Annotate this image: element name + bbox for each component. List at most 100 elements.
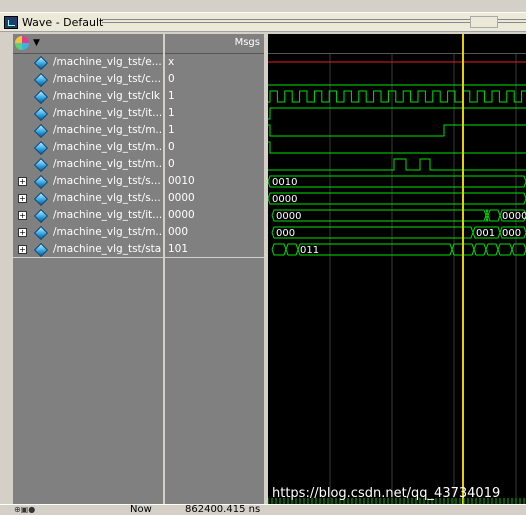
expand-icon[interactable]: + (18, 245, 27, 254)
value-pane[interactable]: Msgs x 0 1 1 1 0 0 0010 0000 0000 000 101 (165, 34, 264, 504)
wave-high (268, 107, 526, 120)
signal-value: 0 (168, 158, 175, 170)
signal-name: /machine_vlg_tst/m... (53, 226, 166, 238)
signal-row[interactable]: /machine_vlg_tst/e... (13, 54, 163, 71)
bus-wave (271, 243, 287, 256)
wave-header (268, 34, 526, 53)
bus-wave (285, 243, 299, 256)
status-bar: ⊕▣● Now 862400.415 ns (0, 504, 526, 515)
signal-diamond-icon (33, 242, 49, 258)
signal-row[interactable]: + /machine_vlg_tst/s... (13, 190, 163, 207)
signal-diamond-icon (33, 140, 49, 156)
bus-label: 0010 (272, 177, 297, 188)
signal-value: 1 (168, 90, 175, 102)
value-row[interactable]: 1 (165, 105, 264, 122)
wave-window-icon (4, 16, 18, 29)
signal-value: 0010 (168, 175, 195, 187)
signal-diamond-icon (33, 225, 49, 241)
drag-grip[interactable] (102, 19, 526, 25)
signal-name: /machine_vlg_tst/it... (53, 107, 163, 119)
now-label: Now (130, 504, 152, 515)
waveform-canvas: 001000000000 0000000 001 000011 (267, 34, 526, 504)
signal-row[interactable]: /machine_vlg_tst/c... (13, 71, 163, 88)
value-row[interactable]: 1 (165, 88, 264, 105)
signal-diamond-icon (33, 123, 49, 139)
expand-icon[interactable]: + (18, 211, 27, 220)
dock-handle-icon[interactable] (470, 16, 498, 28)
left-gutter (0, 34, 13, 504)
signal-row[interactable]: /machine_vlg_tst/m... (13, 122, 166, 139)
bus-label: 0000 (276, 211, 301, 222)
signal-name: /machine_vlg_tst/s... (53, 175, 161, 187)
bus-wave (271, 226, 474, 239)
value-row[interactable]: x (165, 54, 264, 71)
bus-wave (267, 192, 526, 205)
watermark: https://blog.csdn.net/qq_43734019 (272, 486, 501, 501)
title-bar[interactable]: Wave - Default (0, 12, 526, 32)
cursor-tool-icons[interactable]: ⊕▣● (14, 505, 35, 514)
signal-row[interactable]: /machine_vlg_tst/it... (13, 105, 163, 122)
now-value: 862400.415 ns (185, 504, 261, 515)
signal-diamond-icon (33, 89, 49, 105)
signal-name-pane[interactable]: ▼ /machine_vlg_tst/e... /machine_vlg_tst/… (13, 34, 166, 504)
value-row[interactable]: 0 (165, 156, 264, 173)
signal-name: /machine_vlg_tst/m... (53, 158, 166, 170)
value-row[interactable]: 0 (165, 71, 264, 88)
signal-row[interactable]: + /machine_vlg_tst/m... (13, 224, 166, 241)
wave-clock (268, 90, 526, 103)
value-row[interactable]: 0 (165, 139, 264, 156)
selection-underline (165, 257, 264, 258)
signal-diamond-icon (33, 55, 49, 71)
value-row[interactable]: 0010 (165, 173, 264, 190)
bus-wave (487, 209, 501, 222)
signal-diamond-icon (33, 72, 49, 88)
bus-wave (511, 243, 526, 256)
bus-wave (473, 243, 487, 256)
wave-low-2 (268, 141, 526, 154)
bus-label: 000 (502, 228, 521, 239)
signal-name: /machine_vlg_tst/clk (53, 90, 160, 102)
waveform-pane[interactable]: 0010 0000 0000 0000 000 001 000 011 (267, 34, 526, 504)
expand-icon[interactable]: + (18, 228, 27, 237)
value-row[interactable]: 0000 (165, 207, 264, 224)
signal-name: /machine_vlg_tst/m... (53, 141, 166, 153)
signal-diamond-icon (33, 208, 49, 224)
signal-row[interactable]: + /machine_vlg_tst/sta (13, 241, 163, 258)
signal-diamond-icon (33, 106, 49, 122)
bus-wave (485, 243, 499, 256)
wave-pulse (268, 158, 526, 171)
signal-row[interactable]: + /machine_vlg_tst/s... (13, 173, 163, 190)
bus-wave (485, 209, 489, 222)
selection-underline (13, 257, 163, 258)
bus-wave (267, 175, 526, 188)
signal-name: /machine_vlg_tst/m... (53, 124, 166, 136)
signal-value: 1 (168, 107, 175, 119)
bus-label: 001 (476, 228, 495, 239)
value-row[interactable]: 000 (165, 224, 264, 241)
signal-diamond-icon (33, 174, 49, 190)
msgs-label: Msgs (234, 37, 260, 48)
bus-label: 011 (300, 245, 319, 256)
signal-value: 0000 (168, 192, 195, 204)
add-wave-icon[interactable] (15, 36, 29, 50)
signal-row[interactable]: /machine_vlg_tst/m... (13, 139, 166, 156)
signal-diamond-icon (33, 191, 49, 207)
signal-value: 0 (168, 73, 175, 85)
signal-name: /machine_vlg_tst/c... (53, 73, 161, 85)
expand-icon[interactable]: + (18, 194, 27, 203)
signal-value: 000 (168, 226, 189, 238)
chevron-down-icon[interactable]: ▼ (33, 38, 40, 48)
expand-icon[interactable]: + (18, 177, 27, 186)
signal-row[interactable]: /machine_vlg_tst/m... (13, 156, 166, 173)
signal-row[interactable]: + /machine_vlg_tst/it... (13, 207, 163, 224)
value-row[interactable]: 1 (165, 122, 264, 139)
signal-name: /machine_vlg_tst/e... (53, 56, 162, 68)
value-row[interactable]: 101 (165, 241, 264, 258)
signal-value: 1 (168, 124, 175, 136)
signal-value: 101 (168, 243, 189, 255)
signal-name: /machine_vlg_tst/sta (53, 243, 162, 255)
signal-row[interactable]: /machine_vlg_tst/clk (13, 88, 163, 105)
signal-value: x (168, 56, 175, 68)
bus-label: 0000 (502, 211, 526, 222)
value-row[interactable]: 0000 (165, 190, 264, 207)
